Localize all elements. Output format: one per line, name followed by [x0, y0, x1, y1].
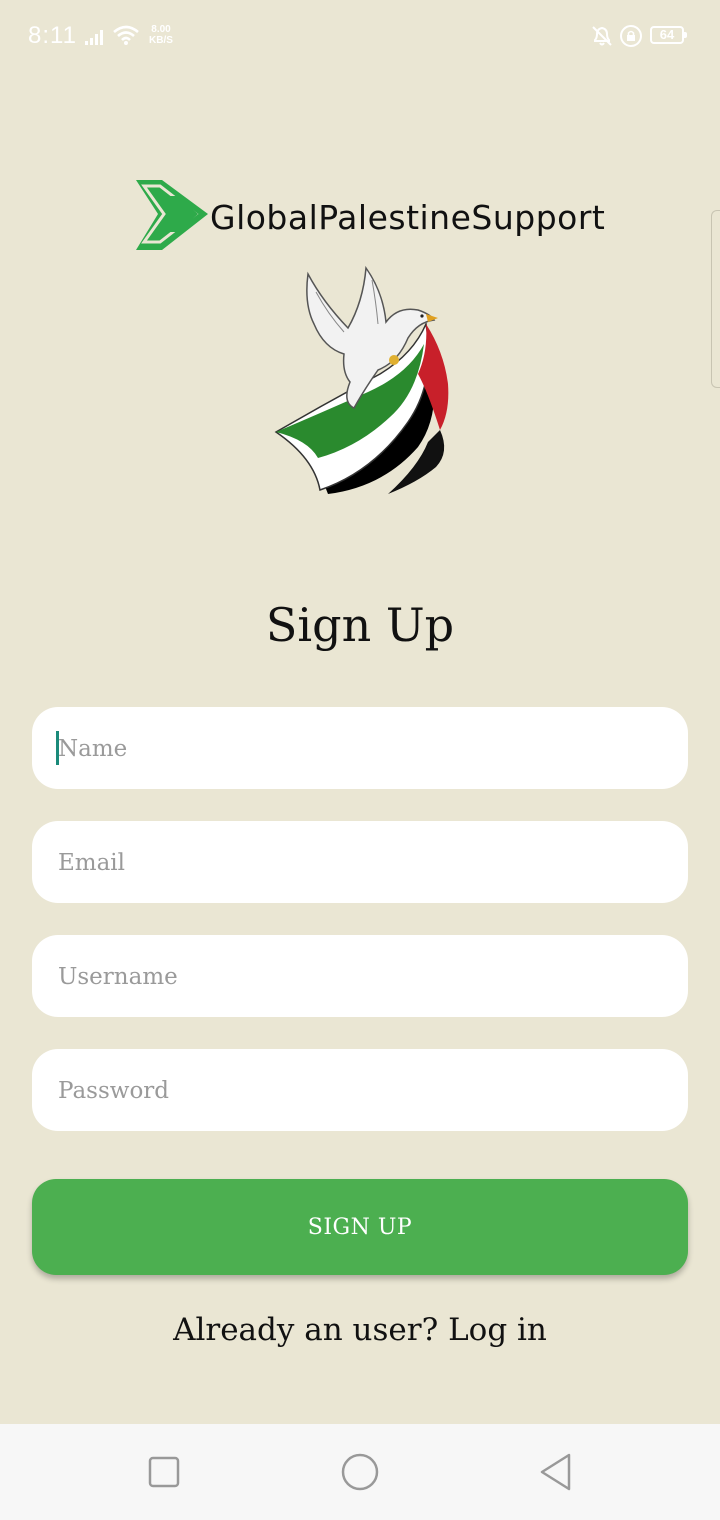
battery-icon: 64	[650, 26, 687, 44]
network-speed: 8.00 KB/S	[144, 24, 178, 46]
sign-up-button[interactable]: SIGN UP	[32, 1179, 688, 1275]
email-input[interactable]	[56, 821, 660, 905]
lock-rotation-icon	[620, 25, 642, 47]
name-input[interactable]	[56, 707, 660, 791]
login-link[interactable]: Already an user? Log in	[0, 1312, 720, 1348]
green-arrow-icon	[136, 180, 208, 250]
dove-flag-illustration	[274, 265, 449, 494]
password-field[interactable]	[32, 1049, 688, 1133]
edge-panel-handle[interactable]	[711, 210, 720, 388]
username-field[interactable]	[32, 935, 688, 1019]
bell-muted-icon	[592, 26, 612, 46]
wifi-icon	[113, 25, 139, 45]
app-logo: GlobalPalestineSupport	[134, 176, 606, 256]
username-input[interactable]	[56, 935, 660, 1019]
system-nav-bar	[0, 1424, 720, 1520]
network-speed-unit: KB/S	[149, 35, 173, 46]
status-bar: 8:11 8.00 KB/S 64	[0, 0, 720, 72]
network-speed-value: 8.00	[151, 24, 171, 35]
square-recents-icon[interactable]	[144, 1452, 184, 1492]
circle-home-icon[interactable]	[340, 1452, 380, 1492]
page-title: Sign Up	[265, 598, 455, 652]
status-time: 8:11	[28, 22, 77, 49]
email-field[interactable]	[32, 821, 688, 905]
logo-text: GlobalPalestineSupport	[210, 198, 606, 237]
triangle-back-icon[interactable]	[536, 1452, 576, 1492]
text-cursor	[56, 731, 59, 765]
signal-icon	[85, 30, 103, 45]
name-field[interactable]	[32, 707, 688, 791]
password-input[interactable]	[56, 1049, 660, 1133]
